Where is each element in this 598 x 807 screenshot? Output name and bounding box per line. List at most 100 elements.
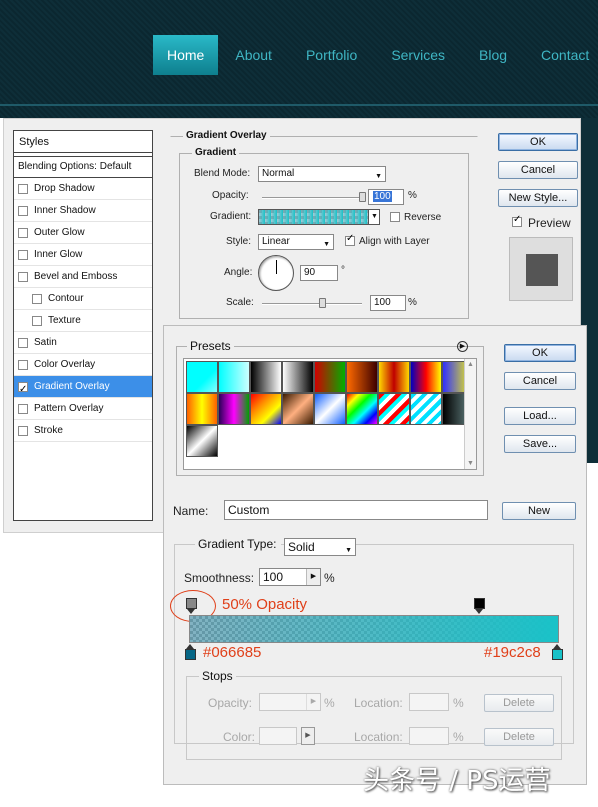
degree-sign: ° (341, 265, 345, 276)
preview-checkbox[interactable] (512, 214, 522, 227)
opacity-input[interactable]: 100 (368, 189, 404, 205)
blending-options-item[interactable]: Blending Options: Default (14, 156, 152, 178)
reverse-checkbox[interactable] (390, 212, 400, 222)
preset-swatch[interactable] (250, 393, 282, 425)
effect-checkbox[interactable] (18, 227, 28, 238)
angle-dial[interactable] (258, 255, 294, 291)
presets-menu-icon[interactable]: ▶ (457, 341, 468, 352)
stops-label: Stops (199, 669, 236, 683)
preset-swatch[interactable] (282, 393, 314, 425)
effect-item-texture[interactable]: Texture (14, 310, 152, 332)
effect-checkbox[interactable] (18, 379, 28, 401)
delete-color-stop-button[interactable]: Delete (484, 728, 554, 746)
effect-item-pattern-overlay[interactable]: Pattern Overlay (14, 398, 152, 420)
stops-color-arrow-icon[interactable]: ▶ (301, 727, 315, 745)
gradient-dropdown-button[interactable]: ▼ (368, 209, 380, 225)
new-button[interactable]: New (502, 502, 576, 520)
nav-blog[interactable]: Blog (462, 35, 524, 75)
preset-swatch[interactable] (218, 361, 250, 393)
nav-home[interactable]: Home (153, 35, 219, 75)
effect-item-inner-shadow[interactable]: Inner Shadow (14, 200, 152, 222)
effect-checkbox[interactable] (18, 183, 28, 194)
preset-swatch[interactable] (410, 393, 442, 425)
delete-opacity-stop-button[interactable]: Delete (484, 694, 554, 712)
preset-swatch[interactable] (186, 425, 218, 457)
preset-swatch[interactable] (186, 393, 218, 425)
effect-checkbox[interactable] (18, 403, 28, 414)
effect-checkbox[interactable] (18, 271, 28, 282)
effect-label: Drop Shadow (34, 182, 95, 194)
align-with-layer-checkbox[interactable] (345, 233, 355, 246)
save-button[interactable]: Save... (504, 435, 576, 453)
cancel-button[interactable]: Cancel (498, 161, 578, 179)
scroll-up-icon[interactable]: ▲ (467, 361, 474, 368)
stops-opacity-arrow-icon[interactable]: ▶ (306, 694, 320, 710)
effect-checkbox[interactable] (18, 205, 28, 216)
effect-item-satin[interactable]: Satin (14, 332, 152, 354)
stops-color-swatch[interactable] (259, 727, 297, 745)
effect-item-gradient-overlay[interactable]: Gradient Overlay (14, 376, 152, 401)
ok-button[interactable]: OK (498, 133, 578, 151)
stops-opacity-location-input[interactable] (409, 693, 449, 711)
effect-checkbox[interactable] (18, 249, 28, 260)
stops-color-location-input[interactable] (409, 727, 449, 745)
smoothness-arrow-icon[interactable]: ▶ (306, 569, 320, 585)
opacity-slider-thumb[interactable] (359, 192, 366, 202)
stops-opacity-input[interactable]: ▶ (259, 693, 321, 711)
style-select[interactable]: Linear ▼ (258, 234, 334, 250)
preset-swatch[interactable] (410, 361, 442, 393)
color-stop-left[interactable] (185, 644, 196, 660)
effect-checkbox[interactable] (18, 425, 28, 436)
effect-checkbox[interactable] (18, 337, 28, 348)
presets-scrollbar[interactable]: ▲ ▼ (464, 359, 476, 469)
preset-swatch[interactable] (186, 361, 218, 393)
preset-swatch[interactable] (378, 393, 410, 425)
preset-swatch[interactable] (314, 361, 346, 393)
preset-swatch[interactable] (218, 393, 250, 425)
opacity-slider-track[interactable] (262, 197, 362, 199)
gradient-swatch[interactable] (258, 209, 380, 225)
blend-mode-select[interactable]: Normal ▼ (258, 166, 386, 182)
smoothness-input[interactable]: 100 ▶ (259, 568, 321, 586)
preset-swatch[interactable] (346, 393, 378, 425)
nav-contact[interactable]: Contact (524, 35, 598, 75)
scale-slider-thumb[interactable] (319, 298, 326, 308)
gradient-type-select[interactable]: Solid ▼ (284, 538, 356, 556)
nav-about[interactable]: About (218, 35, 289, 75)
load-button[interactable]: Load... (504, 407, 576, 425)
effect-item-inner-glow[interactable]: Inner Glow (14, 244, 152, 266)
gradient-bar[interactable] (189, 615, 559, 643)
gradient-editor-dialog: Presets ▶ ▲ ▼ OK Cancel Load... Save... … (163, 325, 587, 785)
scale-input[interactable]: 100 (370, 295, 406, 311)
styles-header[interactable]: Styles (14, 131, 152, 153)
effect-item-bevel-and-emboss[interactable]: Bevel and Emboss (14, 266, 152, 288)
effect-item-outer-glow[interactable]: Outer Glow (14, 222, 152, 244)
editor-cancel-button[interactable]: Cancel (504, 372, 576, 390)
color-stop-right[interactable] (552, 644, 563, 660)
preset-swatch[interactable] (378, 361, 410, 393)
effect-checkbox[interactable] (32, 315, 42, 326)
effect-item-color-overlay[interactable]: Color Overlay (14, 354, 152, 376)
effect-item-drop-shadow[interactable]: Drop Shadow (14, 178, 152, 200)
effect-checkbox[interactable] (18, 359, 28, 370)
preset-swatch[interactable] (282, 361, 314, 393)
nav-portfolio[interactable]: Portfolio (289, 35, 374, 75)
scroll-down-icon[interactable]: ▼ (467, 460, 474, 467)
nav-services[interactable]: Services (374, 35, 462, 75)
preset-swatch[interactable] (314, 393, 346, 425)
angle-input[interactable]: 90 (300, 265, 338, 281)
effect-item-stroke[interactable]: Stroke (14, 420, 152, 442)
angle-value: 90 (304, 267, 316, 278)
name-input[interactable]: Custom (224, 500, 488, 520)
watermark: 头条号 / PS运营 (363, 766, 551, 796)
effect-item-contour[interactable]: Contour (14, 288, 152, 310)
dropdown-arrow-icon: ▼ (323, 241, 330, 248)
preset-swatch[interactable] (346, 361, 378, 393)
new-style-button[interactable]: New Style... (498, 189, 578, 207)
editor-ok-button[interactable]: OK (504, 344, 576, 362)
effect-checkbox[interactable] (32, 293, 42, 304)
opacity-stop-right[interactable] (474, 598, 485, 614)
effect-label: Color Overlay (34, 358, 96, 370)
preset-swatch[interactable] (250, 361, 282, 393)
scale-slider-track[interactable] (262, 303, 362, 305)
